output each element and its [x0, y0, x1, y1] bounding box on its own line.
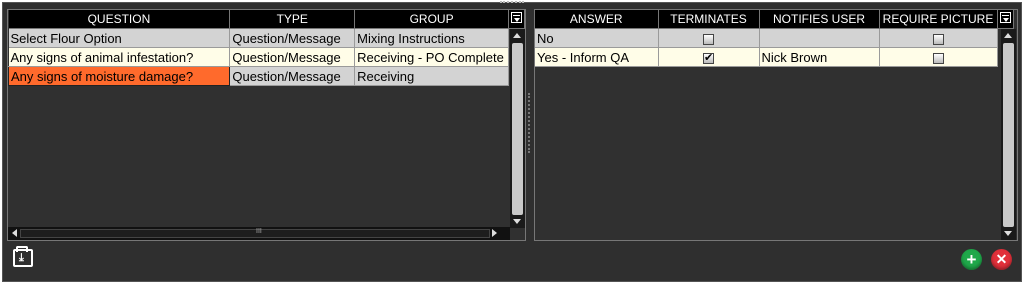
group-cell[interactable]: Receiving [354, 66, 510, 86]
table-row[interactable]: No [535, 28, 1013, 48]
type-cell[interactable]: Question/Message [229, 66, 356, 86]
table-row[interactable]: Select Flour Option Question/Message Mix… [8, 28, 525, 48]
questions-horizontal-scrollbar[interactable]: III [8, 227, 510, 240]
scroll-grip: III [256, 228, 262, 235]
questions-header-row: QUESTION TYPE GROUP [8, 10, 525, 29]
answers-table: ANSWER TERMINATES NOTIFIES USER REQUIRE … [535, 10, 1014, 67]
horizontal-scroll-thumb[interactable]: III [20, 228, 490, 238]
notifies-user-cell[interactable] [759, 28, 880, 48]
type-cell[interactable]: Question/Message [229, 47, 356, 67]
questions-vertical-scrollbar[interactable] [510, 29, 525, 228]
answer-cell[interactable]: No [535, 28, 659, 48]
close-button[interactable]: ✕ [991, 249, 1012, 270]
column-chooser-icon [511, 12, 523, 23]
terminates-checkbox[interactable] [703, 51, 714, 64]
scroll-right-arrow[interactable] [492, 229, 497, 237]
questions-grid: QUESTION TYPE GROUP Select Flour Option … [7, 9, 526, 241]
group-cell[interactable]: Receiving - PO Complete [354, 47, 510, 67]
require-picture-checkbox[interactable] [932, 33, 944, 45]
column-chooser-button[interactable] [997, 10, 1014, 29]
table-row-selected[interactable]: Any signs of moisture damage? Question/M… [8, 66, 525, 86]
question-answer-editor: QUESTION TYPE GROUP Select Flour Option … [2, 1, 1022, 282]
column-header-type[interactable]: TYPE [229, 10, 356, 29]
vertical-scroll-thumb[interactable] [512, 43, 523, 215]
column-header-group[interactable]: GROUP [354, 10, 510, 29]
column-header-answer[interactable]: ANSWER [535, 10, 659, 29]
scroll-left-arrow[interactable] [12, 229, 17, 237]
question-cell[interactable]: Any signs of animal infestation? [8, 47, 231, 67]
scroll-down-arrow[interactable] [513, 219, 521, 224]
group-cell[interactable]: Mixing Instructions [354, 28, 510, 48]
answers-vertical-scrollbar[interactable] [1001, 29, 1016, 240]
top-resize-grip[interactable] [500, 1, 524, 7]
scroll-up-arrow[interactable] [513, 33, 521, 38]
pane-splitter[interactable] [528, 93, 532, 153]
table-row[interactable]: Any signs of animal infestation? Questio… [8, 47, 525, 67]
question-cell-selected[interactable]: Any signs of moisture damage? [8, 66, 231, 86]
question-cell[interactable]: Select Flour Option [8, 28, 231, 48]
column-header-require-picture[interactable]: REQUIRE PICTURE [879, 10, 998, 29]
require-picture-checkbox[interactable] [932, 52, 944, 64]
require-picture-cell[interactable] [879, 47, 998, 67]
questions-table: QUESTION TYPE GROUP Select Flour Option … [8, 10, 525, 86]
terminates-cell[interactable] [658, 47, 760, 67]
export-button[interactable]: ⤓ [13, 246, 33, 267]
column-header-question[interactable]: QUESTION [8, 10, 231, 29]
column-header-terminates[interactable]: TERMINATES [658, 10, 760, 29]
notifies-user-cell[interactable]: Nick Brown [759, 47, 880, 67]
require-picture-cell[interactable] [879, 28, 998, 48]
answers-grid: ANSWER TERMINATES NOTIFIES USER REQUIRE … [534, 9, 1018, 241]
terminates-cell[interactable] [658, 28, 760, 48]
vertical-scroll-thumb[interactable] [1003, 43, 1014, 227]
answer-cell[interactable]: Yes - Inform QA [535, 47, 659, 67]
column-header-notifies-user[interactable]: NOTIFIES USER [759, 10, 880, 29]
scroll-up-arrow[interactable] [1004, 33, 1012, 38]
column-chooser-button[interactable] [508, 10, 525, 29]
column-chooser-icon [999, 12, 1011, 23]
answers-header-row: ANSWER TERMINATES NOTIFIES USER REQUIRE … [535, 10, 1014, 29]
add-button[interactable]: + [961, 249, 982, 270]
terminates-checkbox[interactable] [703, 33, 714, 45]
table-row[interactable]: Yes - Inform QA Nick Brown [535, 47, 1013, 67]
download-folder-icon: ⤓ [19, 252, 24, 264]
scroll-down-arrow[interactable] [1004, 231, 1012, 236]
type-cell[interactable]: Question/Message [229, 28, 356, 48]
